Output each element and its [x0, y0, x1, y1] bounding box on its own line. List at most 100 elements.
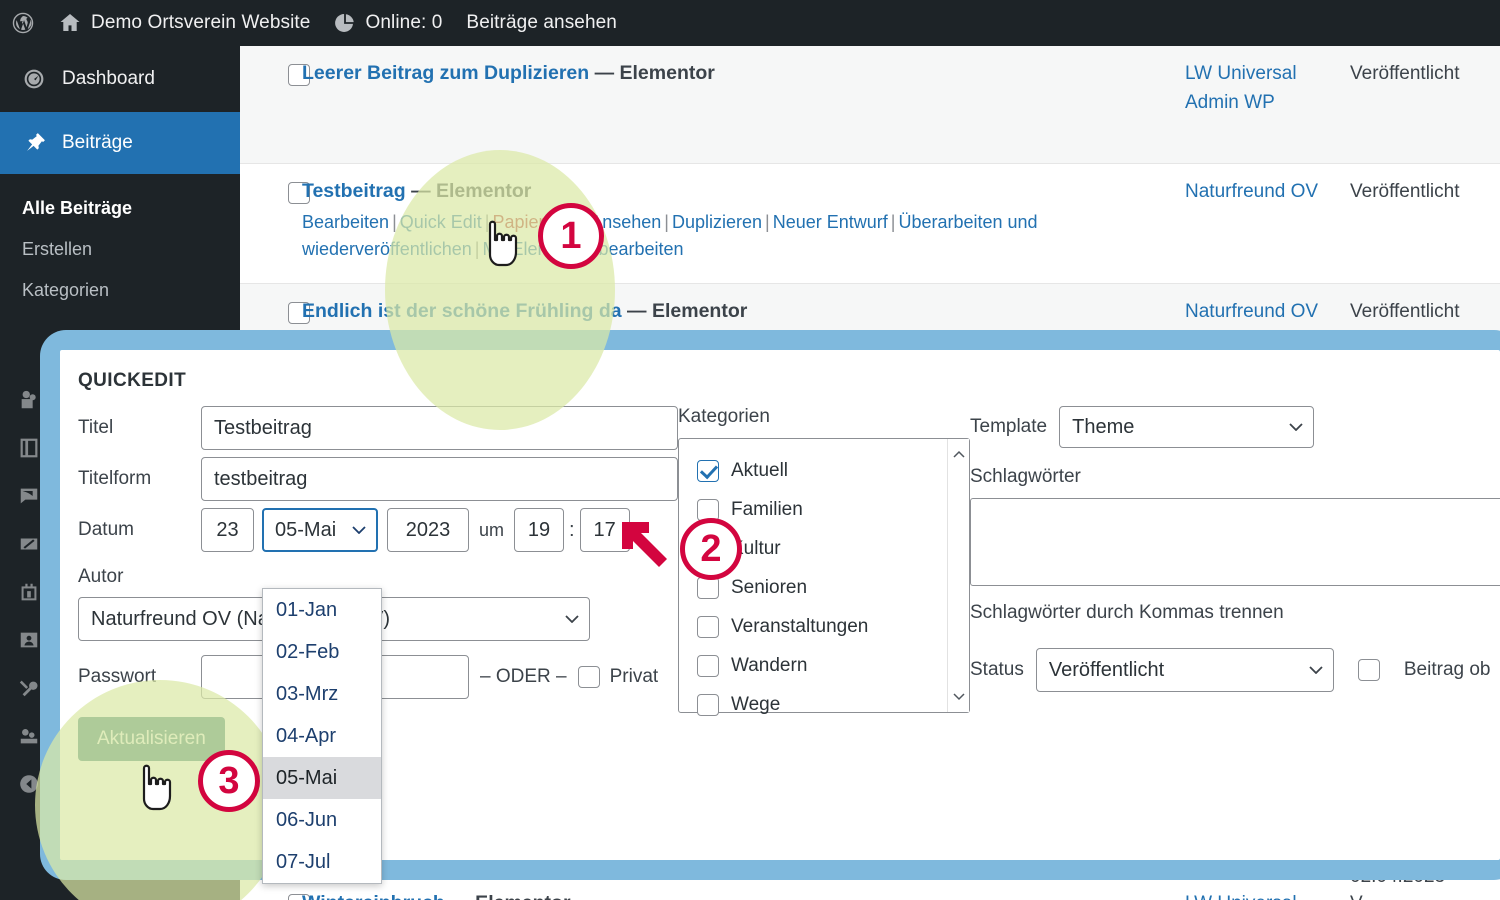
- row-title-cell: Endlich ist der schöne Frühling da — Ele…: [302, 298, 1185, 325]
- wordpress-logo-button[interactable]: [0, 0, 46, 46]
- post-title-suffix: — Elementor: [411, 180, 532, 202]
- month-option[interactable]: 01-Jan: [263, 589, 381, 631]
- post-title-link[interactable]: Testbeitrag — Elementor: [302, 178, 1175, 204]
- view-posts-label: Beiträge ansehen: [466, 12, 617, 33]
- table-row: Testbeitrag — Elementor Bearbeiten | Quick…: [240, 164, 1500, 284]
- post-title-link[interactable]: Wintereinbruch — Elementor: [302, 890, 1175, 900]
- or-label: – ODER –: [480, 666, 567, 687]
- private-label: Privat: [609, 666, 659, 687]
- sidebar-item-new-post[interactable]: Erstellen: [0, 229, 240, 270]
- action-edit[interactable]: Bearbeiten: [302, 212, 389, 232]
- row-title-cell: Wintereinbruch — Elementor: [302, 890, 1185, 900]
- row-date-cell: V: [1350, 890, 1500, 900]
- category-label: Aktuell: [731, 459, 789, 481]
- category-label: Wandern: [731, 654, 808, 676]
- slug-field-row: Titelform: [78, 457, 678, 501]
- chevron-down-icon: [1309, 666, 1323, 674]
- sidebar-item-posts[interactable]: Beiträge: [0, 112, 252, 174]
- private-checkbox[interactable]: [577, 666, 600, 688]
- month-option[interactable]: 06-Jun: [263, 799, 381, 841]
- annotation-marker-1: 1: [538, 203, 604, 269]
- posts-submenu: Alle Beiträge Erstellen Kategorien: [0, 174, 240, 321]
- post-title-suffix: — Elementor: [627, 300, 748, 322]
- title-field-row: Titel: [78, 406, 678, 450]
- row-author-cell[interactable]: LW Universal: [1185, 890, 1350, 900]
- row-checkbox-cell: [240, 890, 310, 900]
- title-input[interactable]: [201, 406, 678, 450]
- month-option[interactable]: 02-Feb: [263, 631, 381, 673]
- sidebar-label-posts: Beiträge: [62, 132, 133, 153]
- at-label: um: [479, 519, 505, 540]
- category-checkbox-aktuell[interactable]: [697, 459, 719, 482]
- author-label: Autor: [78, 566, 124, 587]
- template-select[interactable]: Theme: [1059, 406, 1315, 448]
- row-author-cell[interactable]: LW Universal Admin WP: [1185, 60, 1350, 149]
- action-duplicate[interactable]: Duplizieren: [672, 212, 762, 232]
- month-select-value: 05-Mai: [275, 518, 337, 541]
- month-select[interactable]: 05-Mai: [262, 508, 378, 552]
- view-posts-link[interactable]: Beiträge ansehen: [454, 0, 629, 46]
- tags-textarea[interactable]: [970, 498, 1500, 586]
- month-dropdown-list[interactable]: 01-Jan 02-Feb 03-Mrz 04-Apr 05-Mai 06-Ju…: [262, 588, 382, 884]
- month-option-selected[interactable]: 05-Mai: [263, 757, 381, 799]
- pages-icon: [20, 438, 38, 458]
- update-button[interactable]: Aktualisieren: [78, 717, 225, 761]
- action-new-draft[interactable]: Neuer Entwurf: [773, 212, 888, 232]
- post-title-text: Endlich ist der schöne Frühling da: [302, 300, 622, 322]
- categories-scrollbar[interactable]: [947, 439, 969, 712]
- site-name-menu[interactable]: Demo Ortsverein Website: [46, 0, 322, 46]
- row-author-cell[interactable]: Naturfreund OV: [1185, 298, 1350, 325]
- category-checkbox-wandern[interactable]: [697, 654, 719, 677]
- category-label: Wege: [731, 693, 781, 715]
- category-label: Senioren: [731, 576, 808, 598]
- post-status-text: Veröffentlicht: [1350, 181, 1460, 202]
- post-title-link[interactable]: Endlich ist der schöne Frühling da — Ele…: [302, 298, 1175, 324]
- tools-icon: [19, 680, 38, 697]
- screen: Demo Ortsverein Website Online: 0 Beiträ…: [0, 0, 1500, 900]
- category-item[interactable]: Familien: [697, 490, 969, 529]
- category-checkbox-wege[interactable]: [697, 693, 719, 716]
- annotation-arrow-2: [622, 522, 667, 567]
- category-item[interactable]: Wandern: [697, 646, 969, 685]
- sticky-checkbox[interactable]: [1357, 659, 1380, 681]
- post-title-link[interactable]: Leerer Beitrag zum Duplizieren — Element…: [302, 60, 1175, 86]
- time-colon: :: [569, 518, 575, 541]
- category-item[interactable]: Veranstaltungen: [697, 607, 969, 646]
- media-icon: [21, 390, 36, 409]
- category-item[interactable]: Aktuell: [697, 451, 969, 490]
- cursor-pointer-1: [488, 220, 518, 267]
- month-option[interactable]: 04-Apr: [263, 715, 381, 757]
- online-counter[interactable]: Online: 0: [322, 0, 454, 46]
- categories-label: Kategorien: [678, 406, 770, 427]
- sidebar-item-categories[interactable]: Kategorien: [0, 270, 240, 311]
- chevron-up-icon[interactable]: [953, 450, 965, 458]
- row-checkbox-cell: [240, 178, 310, 269]
- pin-icon: [27, 133, 45, 151]
- category-checkbox-veranstaltungen[interactable]: [697, 615, 719, 638]
- month-option[interactable]: 07-Jul: [263, 841, 381, 883]
- chevron-down-icon: [1289, 423, 1303, 431]
- sidebar-item-dashboard[interactable]: Dashboard: [0, 46, 240, 112]
- slug-label: Titelform: [78, 468, 152, 489]
- post-title-suffix: — Elementor: [594, 62, 715, 84]
- template-field-row: Template Theme: [970, 406, 1500, 448]
- year-input[interactable]: [387, 508, 469, 552]
- hour-input[interactable]: [514, 508, 565, 552]
- slug-input[interactable]: [201, 457, 678, 501]
- status-select[interactable]: Veröffentlicht: [1035, 648, 1334, 692]
- tags-field-row: Schlagwörter Schlagwörter durch Kommas t…: [970, 466, 1500, 624]
- post-title-text: Testbeitrag: [302, 180, 406, 202]
- category-item[interactable]: Wege: [697, 685, 969, 724]
- row-author-cell[interactable]: Naturfreund OV: [1185, 178, 1350, 269]
- day-input[interactable]: [201, 508, 254, 552]
- post-status-text: V: [1350, 893, 1363, 900]
- month-option[interactable]: 03-Mrz: [263, 673, 381, 715]
- sidebar-item-all-posts[interactable]: Alle Beiträge: [0, 188, 240, 229]
- chevron-down-icon[interactable]: [953, 693, 965, 701]
- comments-icon: [20, 488, 38, 504]
- row-date-cell: Veröffentlicht: [1350, 60, 1500, 149]
- cursor-pointer-3: [142, 764, 172, 811]
- action-quick-edit[interactable]: Quick Edit: [400, 212, 482, 232]
- category-item[interactable]: Senioren: [697, 568, 969, 607]
- title-label: Titel: [78, 417, 114, 438]
